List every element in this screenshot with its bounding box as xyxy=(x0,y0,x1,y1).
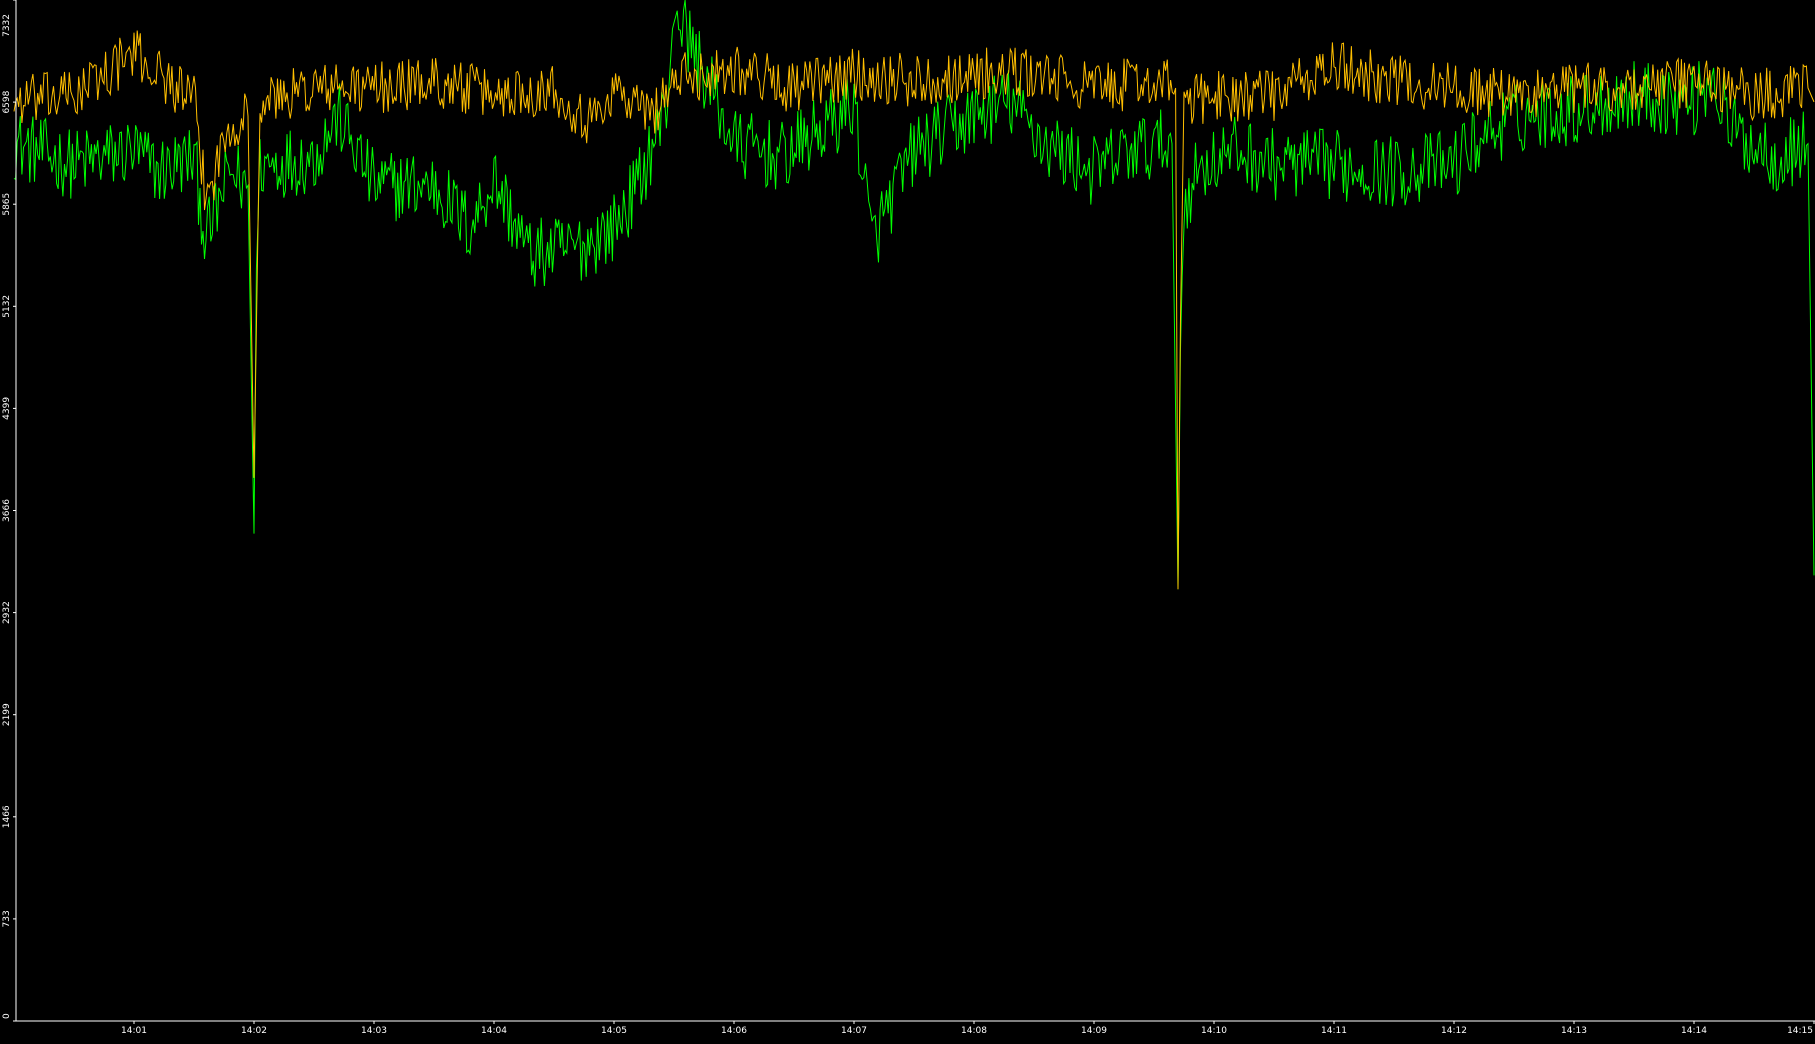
x-tick-label: 14:05 xyxy=(601,1026,627,1036)
x-tick-label: 14:12 xyxy=(1441,1026,1467,1036)
line-chart: 0 733 1466 2199 2932 3666 4399 5132 5865 6598 7332… xyxy=(0,0,1815,1039)
chart-root: 0 733 1466 2199 2932 3666 4399 5132 5865 6598 7332… xyxy=(0,0,1815,1039)
x-tick-label: 14:09 xyxy=(1081,1026,1107,1036)
plot-area xyxy=(0,0,1815,1039)
x-tick-label: 14:06 xyxy=(721,1026,747,1036)
x-tick-label: 14:11 xyxy=(1321,1026,1347,1036)
y-tick-label: 2199 xyxy=(2,703,12,726)
x-tick-label: 14:13 xyxy=(1561,1026,1587,1036)
x-tick-label: 14:15 xyxy=(1787,1026,1813,1036)
x-tick-label: 14:10 xyxy=(1201,1026,1227,1036)
y-tick-label: 1466 xyxy=(2,805,12,828)
x-tick-label: 14:02 xyxy=(241,1026,267,1036)
y-tick-label: 4399 xyxy=(2,397,12,420)
y-tick-label: 2932 xyxy=(2,601,12,624)
y-tick-label: 733 xyxy=(2,910,12,927)
x-tick-label: 14:07 xyxy=(841,1026,867,1036)
x-tick-label: 14:14 xyxy=(1681,1026,1707,1036)
x-tick-label: 14:01 xyxy=(121,1026,147,1036)
y-tick-label: 3666 xyxy=(2,499,12,522)
y-tick-label: 5132 xyxy=(2,295,12,318)
x-tick-label: 14:08 xyxy=(961,1026,987,1036)
x-tick-label: 14:04 xyxy=(481,1026,507,1036)
x-tick-label: 14:03 xyxy=(361,1026,387,1036)
y-tick-label: 6598 xyxy=(2,90,12,113)
y-tick-label: 7332 xyxy=(2,14,12,37)
y-tick-label: 5865 xyxy=(2,193,12,216)
y-tick-label: 0 xyxy=(2,1013,12,1019)
